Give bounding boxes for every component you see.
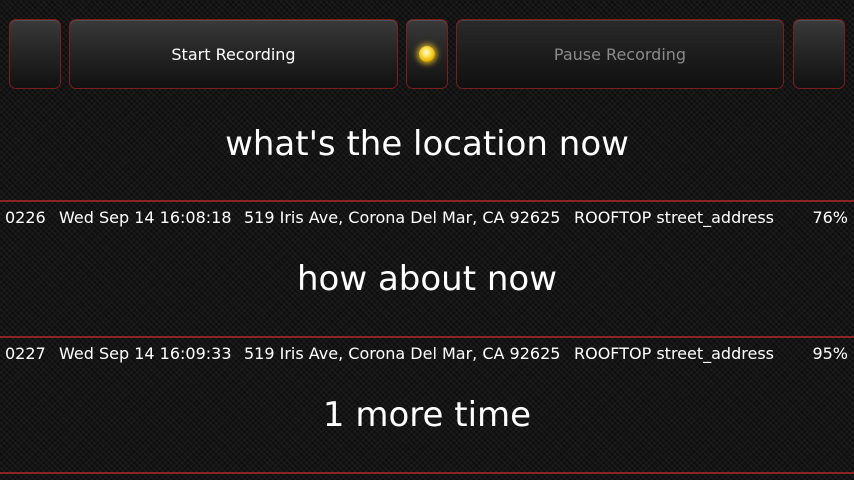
street-address: 519 Iris Ave, Corona Del Mar, CA 92625 [244,208,561,227]
pause-recording-label: Pause Recording [553,44,687,64]
sequence-number: 0226 [5,208,46,227]
sequence-number: 0227 [5,344,46,363]
pause-recording-button[interactable]: Pause Recording [456,19,784,89]
left-side-button[interactable] [9,19,61,89]
voice-prompt-text: how about now [296,259,558,299]
location-type: ROOFTOP street_address [574,344,774,363]
street-address: 519 Iris Ave, Corona Del Mar, CA 92625 [244,344,561,363]
right-side-button[interactable] [793,19,845,89]
voice-prompt-text: 1 more time [322,395,532,435]
start-recording-label: Start Recording [171,44,296,64]
recording-indicator-button[interactable] [406,19,448,89]
divider [0,336,854,338]
voice-prompt-text: what's the location now [225,124,629,164]
location-result-row: 0227 Wed Sep 14 16:09:33 519 Iris Ave, C… [0,342,854,366]
timestamp: Wed Sep 14 16:09:33 [59,344,232,363]
location-type: ROOFTOP street_address [574,208,774,227]
divider [0,200,854,202]
timestamp: Wed Sep 14 16:08:18 [59,208,232,227]
confidence-value: 95% [812,344,848,363]
divider [0,472,854,474]
confidence-value: 76% [812,208,848,227]
location-result-row: 0226 Wed Sep 14 16:08:18 519 Iris Ave, C… [0,206,854,230]
yellow-led-icon [419,46,435,62]
start-recording-button[interactable]: Start Recording [69,19,398,89]
